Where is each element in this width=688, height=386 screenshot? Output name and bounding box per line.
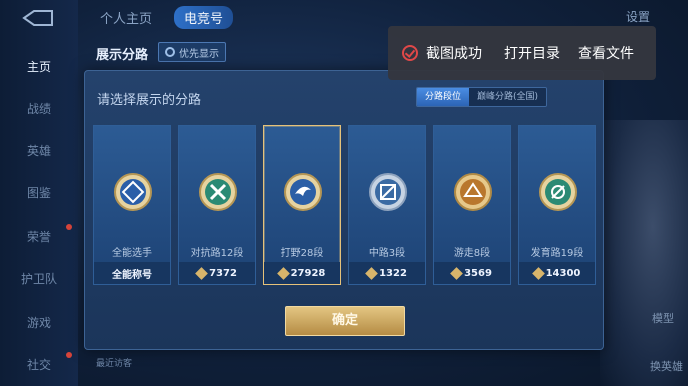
check-circle-icon: [402, 45, 418, 61]
sidebar-item-social[interactable]: 社交: [0, 356, 78, 373]
lane-name: 对抗路12段: [190, 248, 244, 259]
lane-score: 27928: [264, 262, 340, 284]
lane-score-value: 1322: [379, 267, 407, 279]
points-icon: [195, 266, 208, 280]
modal-title: 展示分路: [96, 48, 149, 63]
sidebar-item-games[interactable]: 游戏: [0, 314, 78, 331]
hero-model-background: [600, 120, 688, 386]
points-icon: [450, 266, 463, 280]
lane-card[interactable]: 游走8段 3569: [433, 125, 511, 285]
switch-hero-label[interactable]: 换英雄: [650, 358, 683, 374]
lane-score: 14300: [519, 262, 595, 284]
model-label[interactable]: 模型: [652, 310, 674, 326]
lane-score-value: 3569: [464, 267, 492, 279]
left-sidebar: 主页 战绩 英雄 图鉴 荣誉 护卫队 游戏 社交: [0, 0, 78, 386]
settings-button[interactable]: 设置: [626, 8, 650, 25]
all-round-emblem-icon: [114, 173, 152, 211]
sidebar-item-codex[interactable]: 图鉴: [0, 184, 78, 201]
lane-name: 全能选手: [112, 248, 152, 259]
lane-score-value: 全能称号: [112, 269, 152, 281]
lane-score-value: 27928: [290, 267, 326, 279]
lane-score-value: 7372: [209, 267, 237, 279]
gear-icon: [165, 47, 175, 57]
lane-card-selected[interactable]: 打野28段 27928: [263, 125, 341, 285]
lane-card[interactable]: 全能选手 全能称号: [93, 125, 171, 285]
lane-name: 打野28段: [280, 248, 324, 259]
points-icon: [531, 266, 545, 280]
toast-message: 截图成功: [426, 46, 482, 62]
priority-display-label: 优先显示: [179, 48, 219, 60]
sidebar-item-honor[interactable]: 荣誉: [0, 228, 78, 245]
lane-card[interactable]: 发育路19段 14300: [518, 125, 596, 285]
lane-score-value: 14300: [545, 267, 581, 279]
lane-score: 全能称号: [94, 262, 170, 284]
recent-visitors[interactable]: 最近访客: [96, 356, 132, 369]
points-icon: [365, 266, 378, 280]
rank-type-toggle: 分路段位 巅峰分路(全国): [415, 87, 547, 107]
sidebar-item-guard[interactable]: 护卫队: [0, 270, 78, 287]
dialog-prompt: 请选择展示的分路: [97, 93, 202, 108]
lane-name: 发育路19段: [530, 248, 584, 259]
view-file-link[interactable]: 查看文件: [578, 43, 634, 63]
confirm-button[interactable]: 确定: [285, 306, 405, 336]
sidebar-item-records[interactable]: 战绩: [0, 100, 78, 117]
tab-lane-rank[interactable]: 分路段位: [416, 88, 469, 106]
tab-profile[interactable]: 个人主页: [100, 8, 152, 27]
priority-display-button[interactable]: 优先显示: [158, 42, 226, 62]
screenshot-toast: 截图成功 打开目录 查看文件: [388, 26, 656, 80]
farm-lane-emblem-icon: [539, 173, 577, 211]
points-icon: [276, 266, 290, 280]
sidebar-item-heroes[interactable]: 英雄: [0, 142, 78, 159]
roam-emblem-icon: [454, 173, 492, 211]
back-icon[interactable]: [20, 8, 56, 28]
lane-card[interactable]: 中路3段 1322: [348, 125, 426, 285]
tab-peak-lane[interactable]: 巅峰分路(全国): [468, 88, 546, 106]
lane-score: 3569: [434, 262, 510, 284]
mid-lane-emblem-icon: [369, 173, 407, 211]
lane-score: 7372: [179, 262, 255, 284]
lane-display-dialog: 请选择展示的分路 分路段位 巅峰分路(全国) 全能选手 全能称号 对抗路12段: [84, 70, 604, 350]
open-directory-link[interactable]: 打开目录: [504, 43, 560, 63]
jungle-emblem-icon: [284, 173, 322, 211]
lane-name: 中路3段: [368, 248, 406, 259]
sidebar-item-home[interactable]: 主页: [0, 58, 78, 75]
lane-score: 1322: [349, 262, 425, 284]
tab-esports[interactable]: 电竞号: [174, 6, 234, 29]
clash-lane-emblem-icon: [199, 173, 237, 211]
lane-card[interactable]: 对抗路12段 7372: [178, 125, 256, 285]
lane-card-list: 全能选手 全能称号 对抗路12段 7372 打野28段 27928 中路3段 1…: [93, 125, 597, 285]
lane-name: 游走8段: [453, 248, 491, 259]
